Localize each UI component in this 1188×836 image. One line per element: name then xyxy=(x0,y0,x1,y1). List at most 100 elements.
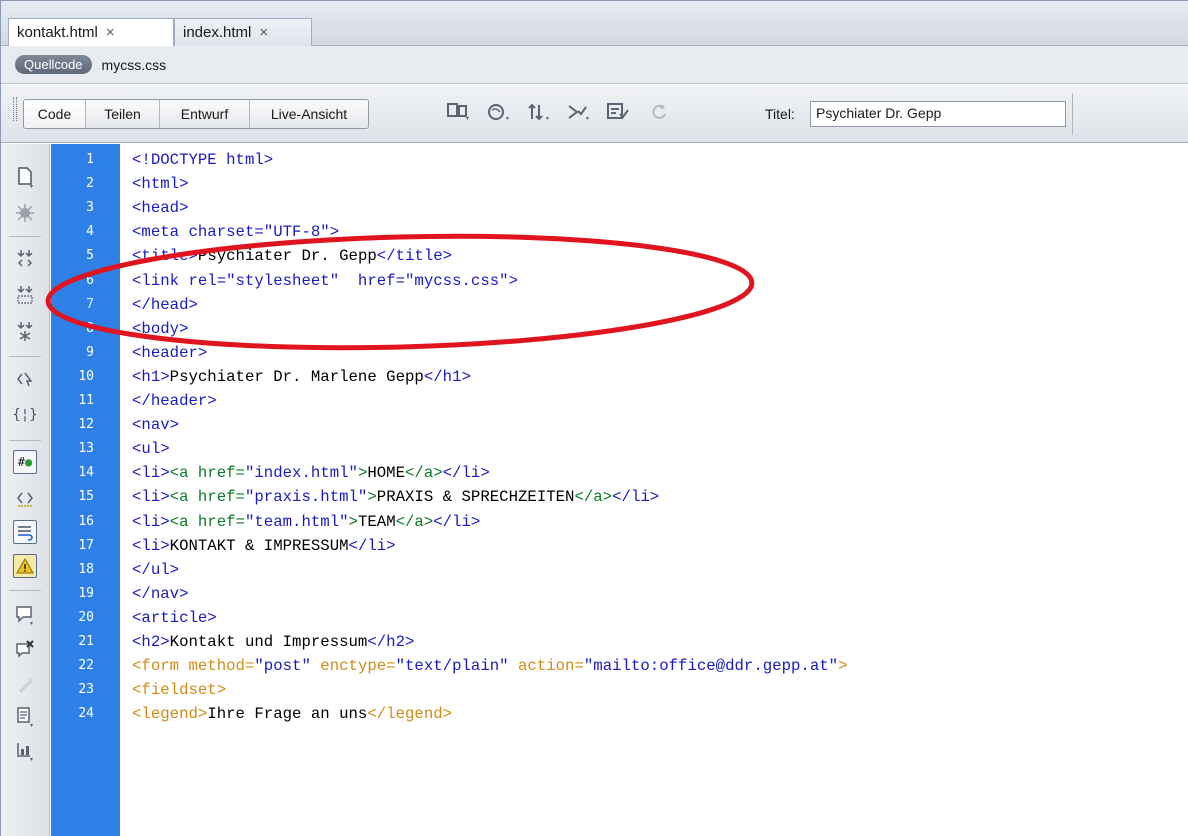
line-number[interactable]: 9 xyxy=(86,341,94,365)
code-line[interactable]: <fieldset> xyxy=(132,678,226,702)
line-number[interactable]: 3 xyxy=(86,196,94,220)
line-number[interactable]: 15 xyxy=(78,485,94,509)
sidebar-divider xyxy=(9,440,41,441)
code-line[interactable]: <li>KONTAKT & IMPRESSUM</li> xyxy=(132,534,396,558)
code-token: </h2> xyxy=(367,633,415,651)
code-token: <li> xyxy=(132,536,170,555)
code-line[interactable]: </head> xyxy=(132,293,198,317)
validate-markup-icon[interactable] xyxy=(566,100,592,124)
line-number[interactable]: 24 xyxy=(78,702,94,726)
code-line[interactable]: <article> xyxy=(132,606,217,630)
live-view-button[interactable]: Live-Ansicht xyxy=(250,100,368,128)
file-management-icon[interactable] xyxy=(526,100,552,124)
line-number[interactable]: 13 xyxy=(78,437,94,461)
line-number[interactable]: 23 xyxy=(78,678,94,702)
code-token: KONTAKT & IMPRESSUM xyxy=(169,536,349,555)
code-line[interactable]: <header> xyxy=(132,341,207,365)
collapse-full-tag-icon[interactable] xyxy=(11,246,39,272)
line-number[interactable]: 2 xyxy=(86,172,94,196)
code-line[interactable]: <li><a href="team.html">TEAM</a></li> xyxy=(132,510,480,534)
code-line[interactable]: <link rel="stylesheet" href="mycss.css"> xyxy=(132,269,518,293)
line-number[interactable]: 16 xyxy=(78,510,94,534)
remove-comment-icon[interactable] xyxy=(11,636,39,662)
code-line[interactable]: <h2>Kontakt und Impressum</h2> xyxy=(132,630,414,654)
word-wrap-icon[interactable] xyxy=(13,520,37,544)
code-line[interactable]: <meta charset="UTF-8"> xyxy=(132,220,339,244)
code-line[interactable]: <li><a href="praxis.html">PRAXIS & SPREC… xyxy=(132,485,659,509)
line-number[interactable]: 22 xyxy=(78,654,94,678)
line-number[interactable]: 12 xyxy=(78,413,94,437)
code-line[interactable]: <!DOCTYPE html> xyxy=(132,148,273,172)
close-icon[interactable]: × xyxy=(259,24,268,41)
line-number[interactable]: 11 xyxy=(78,389,94,413)
code-token: <meta charset= xyxy=(132,223,264,242)
line-number[interactable]: 10 xyxy=(78,365,94,389)
line-number[interactable]: 6 xyxy=(86,269,94,293)
code-view-button[interactable]: Code xyxy=(24,100,86,128)
code-line[interactable]: </ul> xyxy=(132,558,179,582)
code-line[interactable]: </nav> xyxy=(132,582,188,606)
code-token: <h1> xyxy=(132,367,170,386)
line-number[interactable]: 17 xyxy=(78,534,94,558)
document-tab-bar: kontakt.html × index.html × xyxy=(1,1,1188,46)
preview-browser-icon[interactable] xyxy=(486,100,512,124)
code-token: <h2> xyxy=(132,633,170,651)
code-token: </a> xyxy=(395,512,434,531)
browser-compatibility-icon[interactable] xyxy=(606,100,632,124)
line-number[interactable]: 18 xyxy=(78,558,94,582)
refresh-icon[interactable] xyxy=(646,100,672,124)
collapse-selection-icon[interactable] xyxy=(11,282,39,308)
line-number[interactable]: 1 xyxy=(86,148,94,172)
code-line[interactable]: <li><a href="index.html">HOME</a></li> xyxy=(132,461,490,485)
apply-comment-icon[interactable] xyxy=(11,602,39,628)
line-number[interactable]: 14 xyxy=(78,461,94,485)
code-token: <!DOCTYPE html> xyxy=(132,151,274,169)
coding-toolbar: {¦} #● xyxy=(1,144,50,836)
code-line[interactable]: <legend>Ihre Frage an uns</legend> xyxy=(132,702,452,726)
show-code-navigator-icon[interactable] xyxy=(11,200,39,226)
code-line[interactable]: <ul> xyxy=(132,437,170,461)
code-token: Psychiater Dr. Gepp xyxy=(197,247,377,266)
line-number[interactable]: 4 xyxy=(86,220,94,244)
tab-index-html[interactable]: index.html × xyxy=(174,18,312,46)
code-line[interactable]: <form method="post" enctype="text/plain"… xyxy=(132,654,848,678)
toolbar-grip[interactable] xyxy=(13,97,17,121)
line-number[interactable]: 20 xyxy=(78,606,94,630)
code-line[interactable]: <head> xyxy=(132,196,188,220)
code-token: <link rel= xyxy=(132,271,227,290)
toolbar-divider xyxy=(1072,93,1073,135)
tab-kontakt-html[interactable]: kontakt.html × xyxy=(8,18,174,46)
line-number[interactable]: 5 xyxy=(86,244,94,268)
code-token: "text/plain" xyxy=(395,657,509,676)
code-token: <li> xyxy=(132,488,170,507)
line-number[interactable]: 8 xyxy=(86,317,94,341)
design-view-button[interactable]: Entwurf xyxy=(160,100,250,128)
move-css-icon[interactable] xyxy=(11,738,39,764)
line-number[interactable]: 19 xyxy=(78,582,94,606)
multiscreen-icon[interactable] xyxy=(446,100,472,124)
recent-snippets-icon[interactable] xyxy=(11,704,39,730)
code-line[interactable]: <title>Psychiater Dr. Gepp</title> xyxy=(132,244,452,268)
close-icon[interactable]: × xyxy=(106,24,115,41)
code-line[interactable]: </header> xyxy=(132,389,217,413)
open-documents-icon[interactable] xyxy=(11,164,39,190)
code-line[interactable]: <html> xyxy=(132,172,188,196)
code-line[interactable]: <body> xyxy=(132,317,188,341)
line-number[interactable]: 7 xyxy=(86,293,94,317)
code-line[interactable]: <h1>Psychiater Dr. Marlene Gepp</h1> xyxy=(132,365,471,389)
related-file-mycss[interactable]: mycss.css xyxy=(102,57,167,73)
line-numbers-icon[interactable]: #● xyxy=(13,450,37,474)
balance-braces-icon[interactable]: {¦} xyxy=(11,402,39,428)
source-code-button[interactable]: Quellcode xyxy=(15,55,92,74)
highlight-invalid-code-icon[interactable] xyxy=(11,486,39,512)
document-title-input[interactable]: Psychiater Dr. Gepp xyxy=(810,101,1066,127)
expand-all-icon[interactable] xyxy=(11,318,39,344)
code-line[interactable]: <nav> xyxy=(132,413,179,437)
syntax-error-alerts-icon[interactable] xyxy=(13,554,37,578)
split-view-button[interactable]: Teilen xyxy=(86,100,160,128)
code-token: <ul> xyxy=(132,440,170,459)
code-token: enctype= xyxy=(310,657,396,676)
line-number[interactable]: 21 xyxy=(78,630,94,654)
select-parent-tag-icon[interactable] xyxy=(11,366,39,392)
code-editor[interactable]: <!DOCTYPE html> <html> <head> <meta charset… xyxy=(132,144,1182,836)
